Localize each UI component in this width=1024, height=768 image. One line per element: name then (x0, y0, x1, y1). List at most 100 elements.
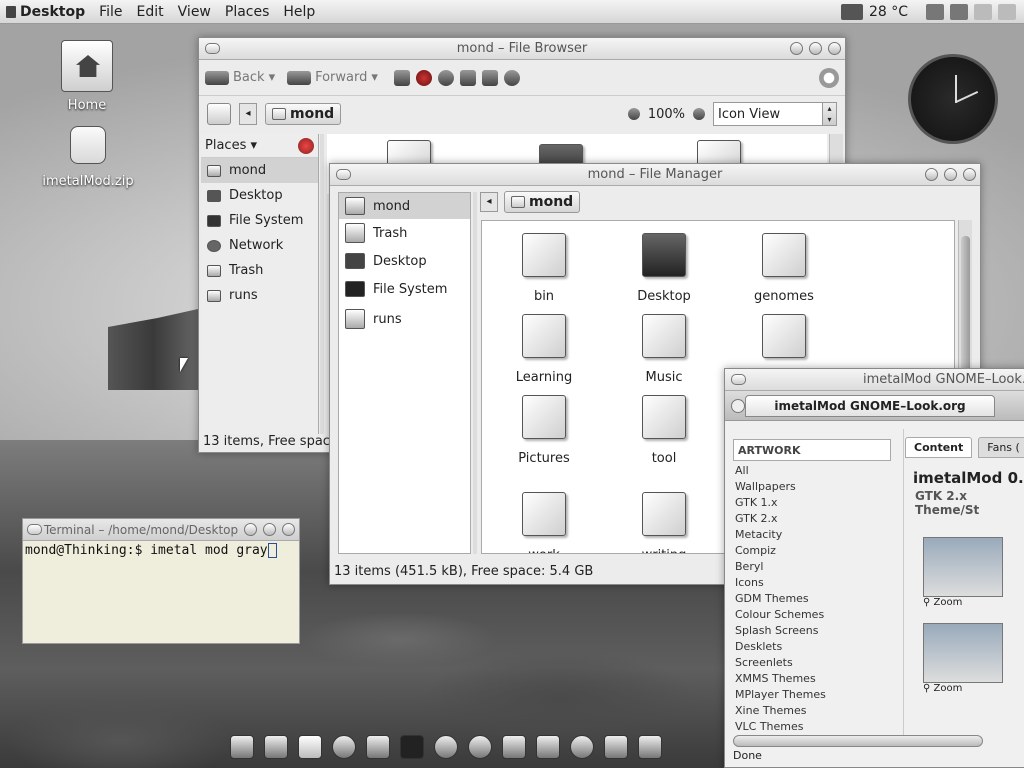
desktop-icon-home[interactable]: Home (42, 40, 132, 113)
sidebar-item-runs[interactable]: runs (339, 303, 470, 335)
category-link[interactable]: Splash Screens (735, 623, 826, 639)
file-item[interactable]: tool (604, 391, 724, 472)
mail-launcher-icon[interactable] (536, 735, 560, 759)
search-icon[interactable] (503, 69, 520, 86)
browser-launcher-icon[interactable] (468, 735, 492, 759)
path-crumb-mond[interactable]: mond (504, 191, 581, 213)
file-item[interactable]: work (484, 472, 604, 553)
file-item[interactable]: Music (604, 310, 724, 391)
file-item[interactable]: writing (604, 472, 724, 553)
character-map-icon[interactable] (434, 735, 458, 759)
menu-edit[interactable]: Edit (130, 0, 171, 24)
maximize-button[interactable] (263, 523, 276, 536)
home-launcher-icon[interactable] (298, 735, 322, 759)
tab-menu-button[interactable] (731, 399, 745, 413)
category-link[interactable]: GTK 1.x (735, 495, 826, 511)
path-back-button[interactable]: ◂ (480, 192, 498, 212)
home-icon[interactable] (459, 69, 476, 86)
tab-fans[interactable]: Fans ( (978, 437, 1024, 458)
sidebar-item-trash[interactable]: Trash (339, 219, 470, 247)
zoom-in-icon[interactable] (693, 108, 705, 120)
file-manager-launcher-icon[interactable] (264, 735, 288, 759)
places-item-desktop[interactable]: Desktop (201, 183, 318, 208)
view-mode-select[interactable]: Icon View ▴ ▾ (713, 102, 837, 126)
places-dropdown[interactable]: Places ▾ (205, 138, 257, 153)
close-button[interactable] (828, 42, 841, 55)
close-pane-icon[interactable] (298, 137, 314, 154)
computer-icon[interactable] (481, 69, 498, 86)
maximize-button[interactable] (944, 168, 957, 181)
terminal-launcher-icon[interactable] (400, 735, 424, 759)
category-link[interactable]: Icons (735, 575, 826, 591)
weather-icon[interactable] (840, 4, 863, 20)
category-link[interactable]: GTK 2.x (735, 511, 826, 527)
category-link[interactable]: MPlayer Themes (735, 687, 826, 703)
zoom-out-icon[interactable] (627, 108, 640, 120)
temperature-readout[interactable]: 28 °C (869, 4, 908, 20)
pane-splitter[interactable] (320, 134, 324, 434)
sidebar-item-file-system[interactable]: File System (339, 275, 470, 303)
path-crumb-mond[interactable]: mond (265, 103, 342, 125)
title-bar[interactable]: mond – File Manager (330, 164, 980, 186)
path-back-button[interactable]: ◂ (239, 103, 257, 125)
category-link[interactable]: Compiz (735, 543, 826, 559)
places-item-file-system[interactable]: File System (201, 208, 318, 233)
category-link[interactable]: Wallpapers (735, 479, 826, 495)
category-link[interactable]: All (735, 463, 826, 479)
volume-icon[interactable] (998, 4, 1016, 20)
title-bar[interactable]: Terminal – /home/mond/Desktop (23, 519, 299, 541)
window-menu-button[interactable] (27, 524, 42, 535)
file-item[interactable]: Learning (484, 310, 604, 391)
forward-button[interactable]: Forward ▾ (287, 70, 378, 85)
file-item[interactable]: genomes (724, 229, 844, 310)
window-menu-button[interactable] (205, 43, 220, 54)
menu-places[interactable]: Places (218, 0, 277, 24)
minimize-button[interactable] (244, 523, 257, 536)
places-item-mond[interactable]: mond (201, 158, 318, 183)
user-launcher-icon[interactable] (332, 735, 356, 759)
browser-tab[interactable]: imetalMod GNOME–Look.org (745, 395, 995, 417)
screenshot-thumbnail[interactable] (923, 623, 1003, 683)
menu-file[interactable]: File (92, 0, 129, 24)
zoom-link[interactable]: ⚲ Zoom (923, 683, 962, 694)
category-link[interactable]: Desklets (735, 639, 826, 655)
terminal-line[interactable]: mond@Thinking:$ imetal mod gray (23, 541, 299, 560)
battery-icon[interactable] (974, 4, 992, 20)
horizontal-scrollbar[interactable] (733, 735, 983, 747)
minimize-button[interactable] (790, 42, 803, 55)
notes-launcher-icon[interactable] (366, 735, 390, 759)
title-bar[interactable]: mond – File Browser (199, 38, 845, 60)
menu-view[interactable]: View (171, 0, 218, 24)
close-button[interactable] (282, 523, 295, 536)
category-link[interactable]: GDM Themes (735, 591, 826, 607)
file-item[interactable]: Pictures (484, 391, 604, 472)
file-item[interactable]: Desktop (604, 229, 724, 310)
window-menu-button[interactable] (336, 169, 351, 180)
places-item-runs[interactable]: runs (201, 283, 318, 308)
workspace-switcher-icon[interactable] (230, 735, 254, 759)
places-item-trash[interactable]: Trash (201, 258, 318, 283)
file-item[interactable]: bin (484, 229, 604, 310)
calculator-launcher-icon[interactable] (604, 735, 628, 759)
up-arrow-icon[interactable] (393, 69, 410, 86)
maximize-button[interactable] (809, 42, 822, 55)
reload-icon[interactable] (437, 69, 454, 86)
sidebar-item-desktop[interactable]: Desktop (339, 247, 470, 275)
close-button[interactable] (963, 168, 976, 181)
zoom-link[interactable]: ⚲ Zoom (923, 597, 962, 608)
music-launcher-icon[interactable] (502, 735, 526, 759)
category-link[interactable]: Metacity (735, 527, 826, 543)
wifi-icon[interactable] (950, 4, 968, 20)
app-menu-icon[interactable] (6, 5, 16, 18)
menu-help[interactable]: Help (276, 0, 322, 24)
category-link[interactable]: VLC Themes (735, 719, 826, 735)
stop-icon[interactable] (415, 69, 432, 86)
pane-splitter[interactable] (473, 192, 477, 554)
tab-content[interactable]: Content (905, 437, 973, 458)
desktop-icon-zip[interactable]: imetalMod.zip (40, 126, 136, 189)
minimize-button[interactable] (925, 168, 938, 181)
app-tray-icon[interactable] (926, 4, 944, 20)
gimp-launcher-icon[interactable] (570, 735, 594, 759)
window-menu-button[interactable] (731, 374, 746, 385)
category-link[interactable]: Colour Schemes (735, 607, 826, 623)
